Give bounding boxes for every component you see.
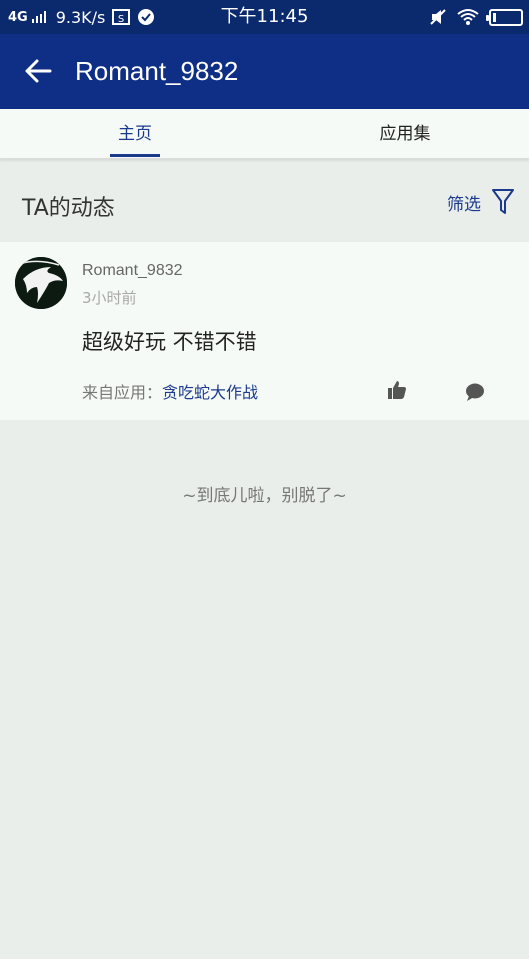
post-username[interactable]: Romant_9832 (82, 262, 183, 280)
source-prefix: 来自应用： (82, 383, 163, 402)
avatar[interactable] (15, 257, 67, 309)
back-button[interactable] (20, 53, 56, 89)
tab-app-collection[interactable]: 应用集 (270, 109, 529, 159)
filter-icon (492, 189, 514, 214)
end-of-list-message: ~到底儿啦，别脱了~ (182, 486, 347, 506)
post-source: 来自应用：贪吃蛇大作战 (82, 379, 258, 403)
activity-section-header: TA的动态 筛选 (0, 160, 529, 242)
status-right (429, 0, 523, 34)
filter-label: 筛选 (447, 194, 481, 215)
tab-bar: 主页 应用集 (0, 109, 529, 159)
page-title: Romant_9832 (75, 56, 239, 86)
post-content: 超级好玩 不错不错 (82, 330, 257, 354)
section-title: TA的动态 (22, 196, 115, 221)
comment-button[interactable] (464, 381, 486, 403)
tab-home[interactable]: 主页 (0, 109, 270, 159)
wifi-icon (457, 9, 479, 25)
battery-icon (486, 8, 523, 26)
active-tab-indicator (110, 154, 160, 157)
like-button[interactable] (386, 379, 408, 401)
thumbs-up-icon (388, 381, 406, 399)
mute-icon (430, 9, 446, 25)
arrow-left-icon (25, 59, 52, 83)
wolf-avatar-icon (15, 257, 67, 309)
source-app-link[interactable]: 贪吃蛇大作战 (162, 383, 258, 402)
filter-button[interactable]: 筛选 (447, 188, 515, 216)
status-bar: 4G 9.3K/s S 下午11:45 (0, 0, 529, 34)
post-timestamp: 3小时前 (82, 289, 137, 307)
app-bar: Romant_9832 (0, 34, 529, 109)
comment-icon (466, 383, 484, 401)
activity-post: Romant_9832 3小时前 超级好玩 不错不错 来自应用：贪吃蛇大作战 (0, 242, 529, 420)
